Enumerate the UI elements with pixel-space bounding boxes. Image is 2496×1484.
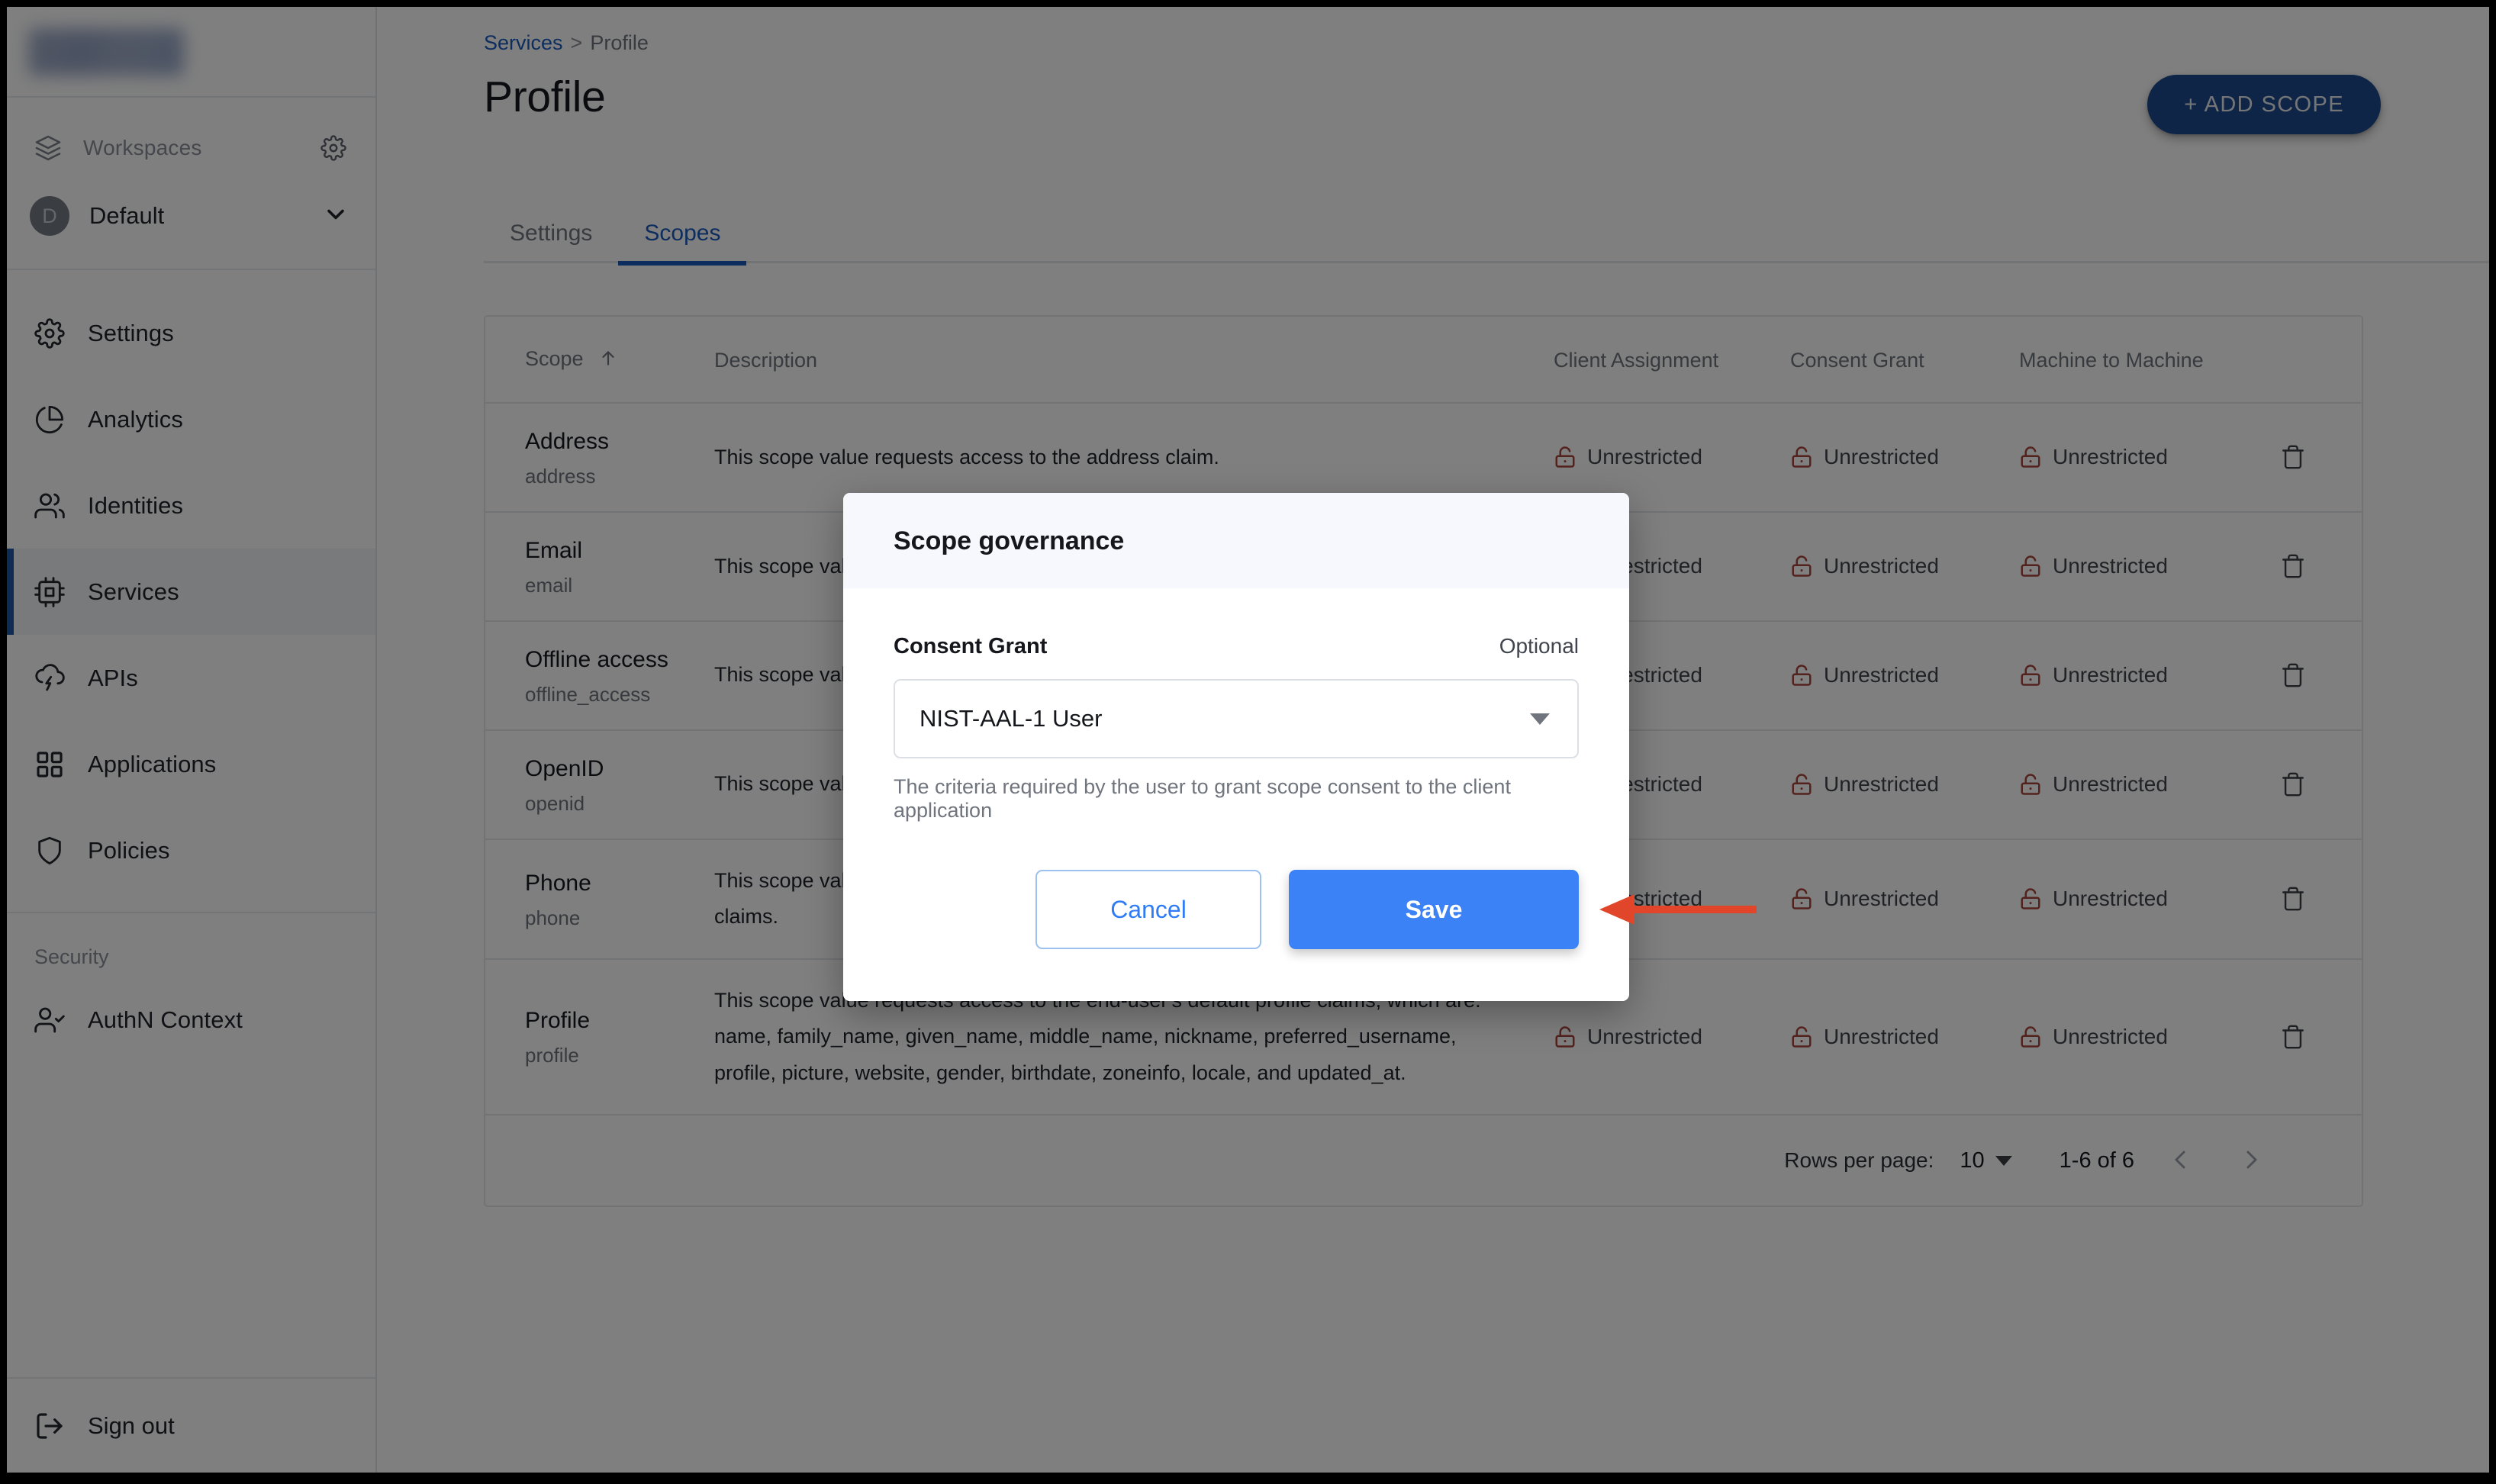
consent-grant-field-row: Consent Grant Optional: [894, 634, 1579, 659]
screenshot-frame: Workspaces D Default: [0, 0, 2496, 1484]
cancel-button[interactable]: Cancel: [1035, 870, 1261, 949]
dialog-actions: Cancel Save: [843, 822, 1629, 1001]
dialog-body: Consent Grant Optional NIST-AAL-1 User T…: [843, 588, 1629, 822]
scope-governance-dialog: Scope governance Consent Grant Optional …: [843, 493, 1629, 1001]
dialog-header: Scope governance: [843, 493, 1629, 588]
consent-grant-label: Consent Grant: [894, 634, 1048, 658]
consent-grant-select[interactable]: NIST-AAL-1 User: [894, 679, 1579, 758]
consent-grant-selected-value: NIST-AAL-1 User: [919, 705, 1103, 732]
browser-viewport: Workspaces D Default: [7, 7, 2489, 1473]
consent-grant-optional-badge: Optional: [1499, 634, 1579, 658]
caret-down-icon: [1530, 713, 1550, 725]
dialog-title: Scope governance: [894, 526, 1125, 555]
save-button[interactable]: Save: [1289, 870, 1579, 949]
consent-grant-help-text: The criteria required by the user to gra…: [894, 775, 1511, 822]
